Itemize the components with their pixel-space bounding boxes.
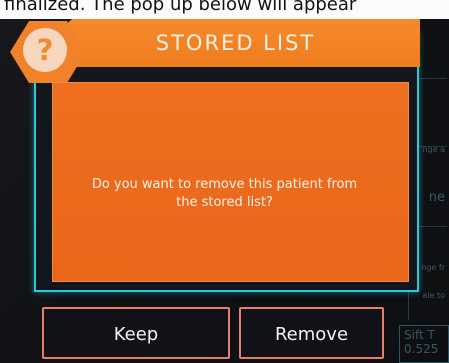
background-bottom-panel: Sift T 0.525 [399, 325, 449, 363]
question-mark-icon[interactable]: ? [23, 28, 67, 72]
background-label: nge a [422, 145, 445, 154]
keep-button[interactable]: Keep [42, 307, 230, 359]
screen-photo: finalized. The pop up below will appear … [0, 0, 449, 363]
remove-button[interactable]: Remove [239, 307, 384, 359]
caption-text: finalized. The pop up below will appear [0, 0, 449, 19]
background-bottom-label: Sift T [404, 328, 435, 342]
background-label: nge fr [421, 263, 445, 272]
dialog-message: Do you want to remove this patient from … [91, 177, 358, 210]
background-label: ne [428, 190, 445, 205]
background-label: ale to [422, 291, 445, 300]
background-bottom-value: 0.525 [404, 342, 439, 356]
dialog-title: STORED LIST [155, 31, 316, 55]
